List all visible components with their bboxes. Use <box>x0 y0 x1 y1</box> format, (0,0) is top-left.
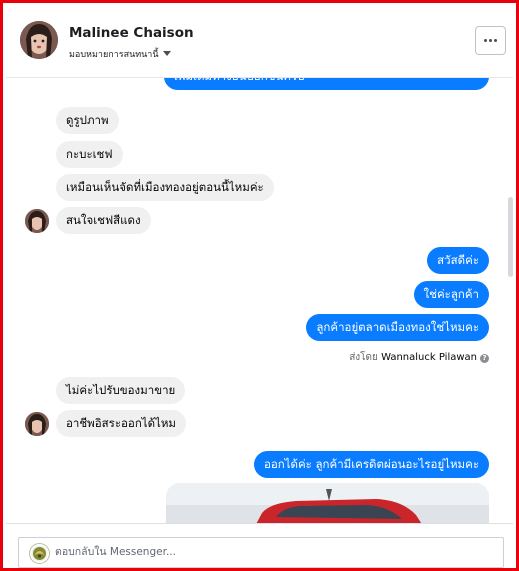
sent-by-label: ส่งโดย Wannaluck Pilawan? <box>349 350 489 365</box>
message-incoming: ไม่ค่ะไปรับของมาขาย <box>56 377 186 404</box>
messenger-window: Malinee Chaison มอบหมายการสนทนานี้ เพิ่ม… <box>0 0 519 571</box>
message-incoming: ดูรูปภาพ <box>56 107 119 134</box>
composer-field[interactable] <box>18 537 504 568</box>
contact-name[interactable]: Malinee Chaison <box>69 25 194 41</box>
message-incoming: อาชีพอิสระออกได้ไหม <box>56 410 187 437</box>
dot-icon <box>494 39 497 42</box>
message-outgoing: สวัสดีค่ะ <box>427 247 489 274</box>
message-incoming: เหมือนเห็นจัดที่เมืองทองอยู่ตอนนี้ไหมค่ะ <box>56 174 274 201</box>
page-logo-icon <box>29 543 50 564</box>
assign-conversation-dropdown[interactable]: มอบหมายการสนทนานี้ <box>69 47 171 61</box>
message-outgoing: ใช่ค่ะลูกค้า <box>413 281 489 308</box>
info-icon[interactable]: ? <box>480 354 489 363</box>
contact-avatar[interactable] <box>20 21 58 59</box>
message-outgoing-partial: เพิ่มเติมทางอื่นบอกขั้นครับ *** <box>164 77 489 90</box>
scrollbar[interactable] <box>508 197 513 277</box>
composer-bar <box>6 523 513 568</box>
message-incoming: สนใจเชฟสีแดง <box>56 207 151 234</box>
message-thread[interactable]: เพิ่มเติมทางอื่นบอกขั้นครับ *** ดูรูปภาพ… <box>6 77 513 523</box>
dot-icon <box>489 39 492 42</box>
sent-by-prefix: ส่งโดย <box>349 352 378 363</box>
contact-avatar-small <box>25 209 49 233</box>
conversation-header: Malinee Chaison มอบหมายการสนทนานี้ <box>6 6 513 78</box>
message-incoming: กะบะเชฟ <box>56 141 123 168</box>
message-outgoing: ออกได้ค่ะ ลูกค้ามีเครดิตผ่อนอะไรอยู่ไหมค… <box>253 451 489 478</box>
reply-input[interactable] <box>55 538 495 567</box>
chevron-down-icon <box>162 51 171 56</box>
car-photo-attachment[interactable] <box>166 483 489 523</box>
message-outgoing: ลูกค้าอยู่ตลาดเมืองทองใช่ไหมคะ <box>306 314 489 341</box>
contact-avatar-small <box>25 412 49 436</box>
assign-label: มอบหมายการสนทนานี้ <box>69 50 159 60</box>
dot-icon <box>484 39 487 42</box>
more-options-button[interactable] <box>475 26 506 55</box>
sent-by-name[interactable]: Wannaluck Pilawan <box>381 352 477 363</box>
